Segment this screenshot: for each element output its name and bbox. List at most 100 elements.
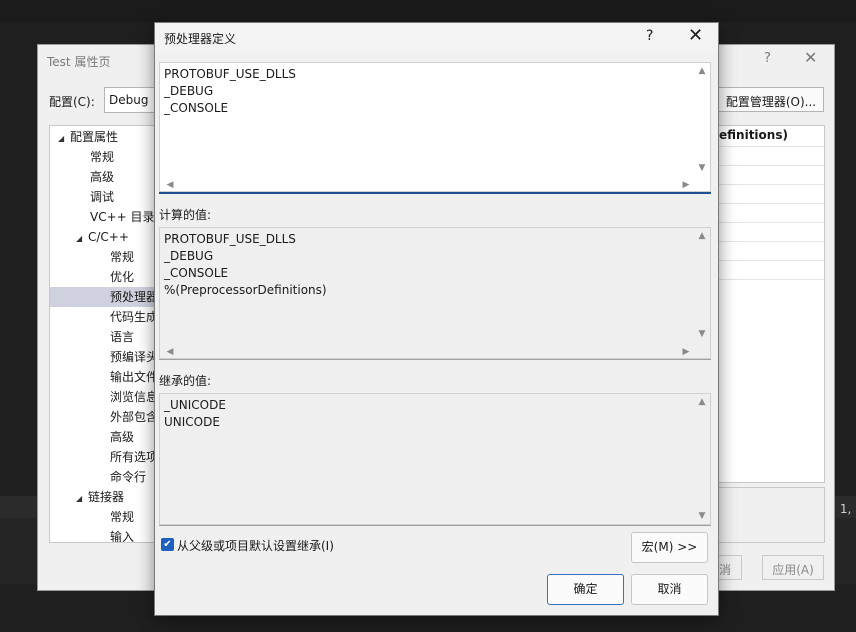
- scroll-down-icon[interactable]: ▼: [694, 329, 710, 339]
- tree-item[interactable]: 优化: [50, 267, 168, 287]
- ok-button[interactable]: 确定: [547, 574, 624, 605]
- tree-item-label: 浏览信息: [110, 390, 159, 404]
- tree-expand-icon[interactable]: ◢: [76, 489, 88, 509]
- checkbox-checked-icon[interactable]: ✔: [161, 538, 174, 551]
- inherited-line: UNICODE: [164, 415, 220, 429]
- property-tree[interactable]: ◢ 配置属性 常规 高级 调试 VC++ 目录 ◢ C/C++ 常规 优化 预处理器 代码生成 语言 预编…: [49, 125, 169, 543]
- tree-item[interactable]: 代码生成: [50, 307, 168, 327]
- scroll-left-icon[interactable]: ◀: [162, 347, 178, 357]
- tree-item-label: C/C++: [88, 230, 129, 244]
- scroll-right-icon[interactable]: ▶: [678, 180, 694, 190]
- tree-item[interactable]: ◢ 配置属性: [50, 127, 168, 149]
- tree-item[interactable]: ◢ 链接器: [50, 487, 168, 509]
- computed-vertical-scrollbar[interactable]: ▲ ▼: [694, 228, 710, 344]
- inherit-checkbox-label: 从父级或项目默认设置继承(I): [177, 539, 334, 553]
- computed-line: PROTOBUF_USE_DLLS: [164, 232, 296, 246]
- dialog-titlebar: 预处理器定义 ? ✕: [155, 23, 718, 53]
- cancel-button[interactable]: 取消: [631, 574, 708, 605]
- tree-item[interactable]: VC++ 目录: [50, 207, 168, 227]
- tree-item[interactable]: 预编译头: [50, 347, 168, 367]
- tree-item[interactable]: 浏览信息: [50, 387, 168, 407]
- property-grid[interactable]: efinitions): [718, 125, 825, 483]
- tree-item[interactable]: 调试: [50, 187, 168, 207]
- scroll-up-icon[interactable]: ▲: [694, 231, 710, 241]
- scroll-up-icon[interactable]: ▲: [694, 66, 710, 76]
- dialog-close-icon[interactable]: ✕: [688, 25, 703, 46]
- tree-item-label: 预处理器: [110, 290, 159, 304]
- tree-item[interactable]: 所有选项: [50, 447, 168, 467]
- grid-row-divider: [719, 279, 824, 280]
- scroll-right-icon[interactable]: ▶: [678, 347, 694, 357]
- scroll-up-icon[interactable]: ▲: [694, 397, 710, 407]
- edit-vertical-scrollbar[interactable]: ▲ ▼: [694, 63, 710, 177]
- dialog-title: 预处理器定义: [164, 32, 237, 46]
- computed-horizontal-scrollbar[interactable]: ◀ ▶: [160, 344, 696, 360]
- computed-line: %(PreprocessorDefinitions): [164, 283, 327, 297]
- tree-item-label: 输入: [110, 530, 135, 543]
- grid-row-divider: [719, 222, 824, 223]
- edit-line: _DEBUG: [164, 84, 214, 98]
- tree-item[interactable]: 常规: [50, 507, 168, 527]
- tree-item[interactable]: 高级: [50, 167, 168, 187]
- tree-item[interactable]: 命令行: [50, 467, 168, 487]
- tree-item[interactable]: 外部包含: [50, 407, 168, 427]
- preprocessor-definitions-dialog: 预处理器定义 ? ✕ PROTOBUF_USE_DLLS _DEBUG _CONSO…: [154, 22, 719, 616]
- edit-focus-underline: [159, 192, 711, 194]
- tree-item-label: 高级: [90, 170, 115, 184]
- tree-item-label: 链接器: [88, 490, 125, 504]
- tree-item-label: 常规: [90, 150, 115, 164]
- inherited-box-underline: [159, 525, 711, 526]
- tree-expand-icon[interactable]: ◢: [58, 129, 70, 149]
- inherited-values-label: 继承的值:: [159, 374, 212, 388]
- tree-item[interactable]: ◢ C/C++: [50, 227, 168, 249]
- dialog-help-button[interactable]: ?: [646, 28, 653, 44]
- computed-values-lines: PROTOBUF_USE_DLLS _DEBUG _CONSOLE %(Preproc…: [164, 231, 327, 299]
- inherited-line: _UNICODE: [164, 398, 226, 412]
- tree-item[interactable]: 常规: [50, 147, 168, 167]
- tree-item[interactable]: 语言: [50, 327, 168, 347]
- edit-line: PROTOBUF_USE_DLLS: [164, 67, 296, 81]
- tree-item[interactable]: 常规: [50, 247, 168, 267]
- grid-row-divider: [719, 146, 824, 147]
- ide-background-top: [0, 0, 856, 22]
- computed-box-underline: [159, 359, 711, 360]
- tree-item-label: 代码生成: [110, 310, 159, 324]
- property-description-pane: [718, 487, 825, 543]
- tree-item-label: 外部包含: [110, 410, 159, 424]
- edit-line: _CONSOLE: [164, 101, 229, 115]
- tree-item-label: 优化: [110, 270, 135, 284]
- config-label: 配置(C):: [49, 95, 95, 109]
- tree-item-label: 调试: [90, 190, 115, 204]
- config-manager-button[interactable]: 配置管理器(O)...: [718, 87, 824, 112]
- tree-item-label: 预编译头: [110, 350, 159, 364]
- tree-item-label: 语言: [110, 330, 135, 344]
- inherited-values-box: _UNICODE UNICODE ▲ ▼: [159, 393, 711, 525]
- tree-item[interactable]: 预处理器: [50, 287, 168, 307]
- edit-horizontal-scrollbar[interactable]: ◀ ▶: [160, 177, 696, 193]
- tree-item[interactable]: 输入: [50, 527, 168, 543]
- tree-item-label: 输出文件: [110, 370, 159, 384]
- tree-item[interactable]: 输出文件: [50, 367, 168, 387]
- property-page-help-button[interactable]: ?: [764, 51, 771, 66]
- grid-row-divider: [719, 260, 824, 261]
- property-page-close-icon[interactable]: ✕: [804, 48, 817, 67]
- macro-button[interactable]: 宏(M) >>: [631, 532, 708, 563]
- grid-row-divider: [719, 165, 824, 166]
- tree-item[interactable]: 高级: [50, 427, 168, 447]
- grid-row-divider: [719, 241, 824, 242]
- tree-expand-icon[interactable]: ◢: [76, 229, 88, 249]
- definitions-edit-lines: PROTOBUF_USE_DLLS _DEBUG _CONSOLE: [164, 66, 296, 117]
- tree-item-label: 命令行: [110, 470, 147, 484]
- property-page-apply-button[interactable]: 应用(A): [762, 555, 824, 580]
- definitions-edit-box[interactable]: PROTOBUF_USE_DLLS _DEBUG _CONSOLE ▲ ▼ ◀ ▶: [159, 62, 711, 192]
- tree-item-label: 配置属性: [70, 130, 119, 144]
- scroll-down-icon[interactable]: ▼: [694, 163, 710, 173]
- inherited-vertical-scrollbar[interactable]: ▲ ▼: [694, 394, 710, 526]
- tree-item-label: VC++ 目录: [90, 210, 155, 224]
- scroll-left-icon[interactable]: ◀: [162, 180, 178, 190]
- computed-line: _DEBUG: [164, 249, 214, 263]
- property-page-title: Test 属性页: [47, 55, 111, 69]
- tree-item-label: 所有选项: [110, 450, 159, 464]
- scroll-down-icon[interactable]: ▼: [694, 511, 710, 521]
- computed-line: _CONSOLE: [164, 266, 229, 280]
